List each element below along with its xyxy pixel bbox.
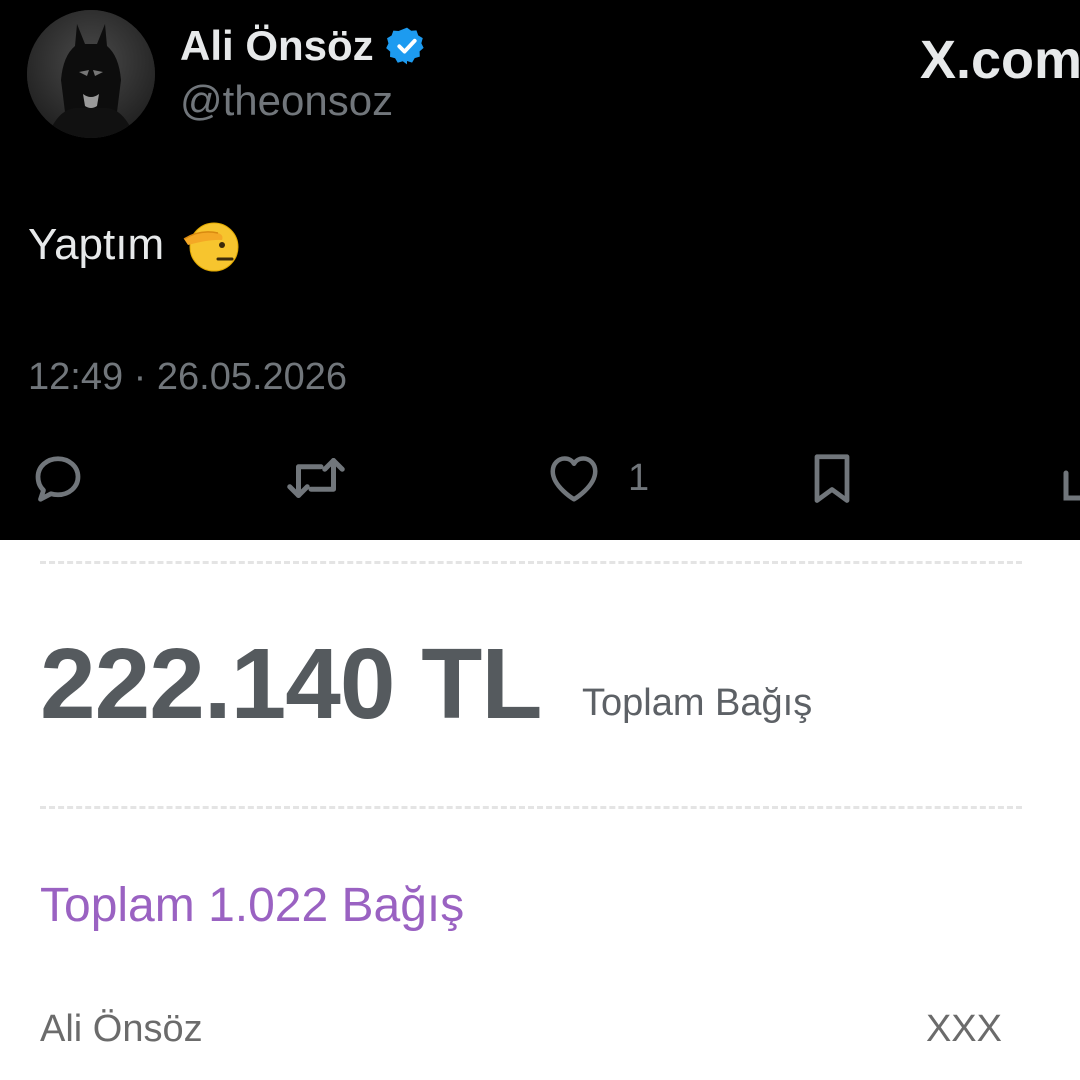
author-name[interactable]: Ali Önsöz [180, 22, 428, 70]
share-icon [1063, 470, 1080, 501]
avatar[interactable] [27, 10, 155, 138]
bookmark-button[interactable] [802, 446, 862, 510]
tweet-text: Yaptım [28, 215, 242, 275]
reply-icon [35, 456, 81, 502]
divider [40, 806, 1022, 809]
like-button[interactable]: 1 [542, 446, 649, 510]
author-handle[interactable]: @theonsoz [180, 76, 393, 126]
tweet-actions-bar: 1 [0, 446, 1080, 510]
donor-name: Ali Önsöz [40, 1008, 203, 1050]
donor-amount: XXX [925, 1008, 1002, 1050]
share-button[interactable] [1056, 446, 1080, 510]
avatar-image [27, 10, 155, 138]
retweet-button[interactable] [282, 446, 350, 510]
total-donation-label: Toplam Bağış [582, 682, 813, 724]
total-donation-amount: 222.140 TL [40, 628, 542, 740]
tweet-text-content: Yaptım [28, 220, 165, 269]
x-logo: X.com [920, 30, 1080, 90]
author-name-text: Ali Önsöz [180, 22, 374, 69]
divider [40, 561, 1022, 564]
bookmark-icon [814, 454, 850, 503]
heart-icon [550, 456, 598, 502]
verified-badge-icon [385, 25, 428, 67]
tweet-card: Ali Önsöz @theonsoz X.com Yaptım 12:49 ·… [0, 0, 1080, 540]
tweet-timestamp[interactable]: 12:49 · 26.05.2026 [28, 352, 347, 402]
reply-button[interactable] [28, 446, 88, 510]
saluting-face-emoji-icon [182, 215, 242, 275]
like-count: 1 [628, 456, 650, 499]
donation-count: Toplam 1.022 Bağış [40, 879, 465, 932]
retweet-icon [287, 458, 345, 498]
